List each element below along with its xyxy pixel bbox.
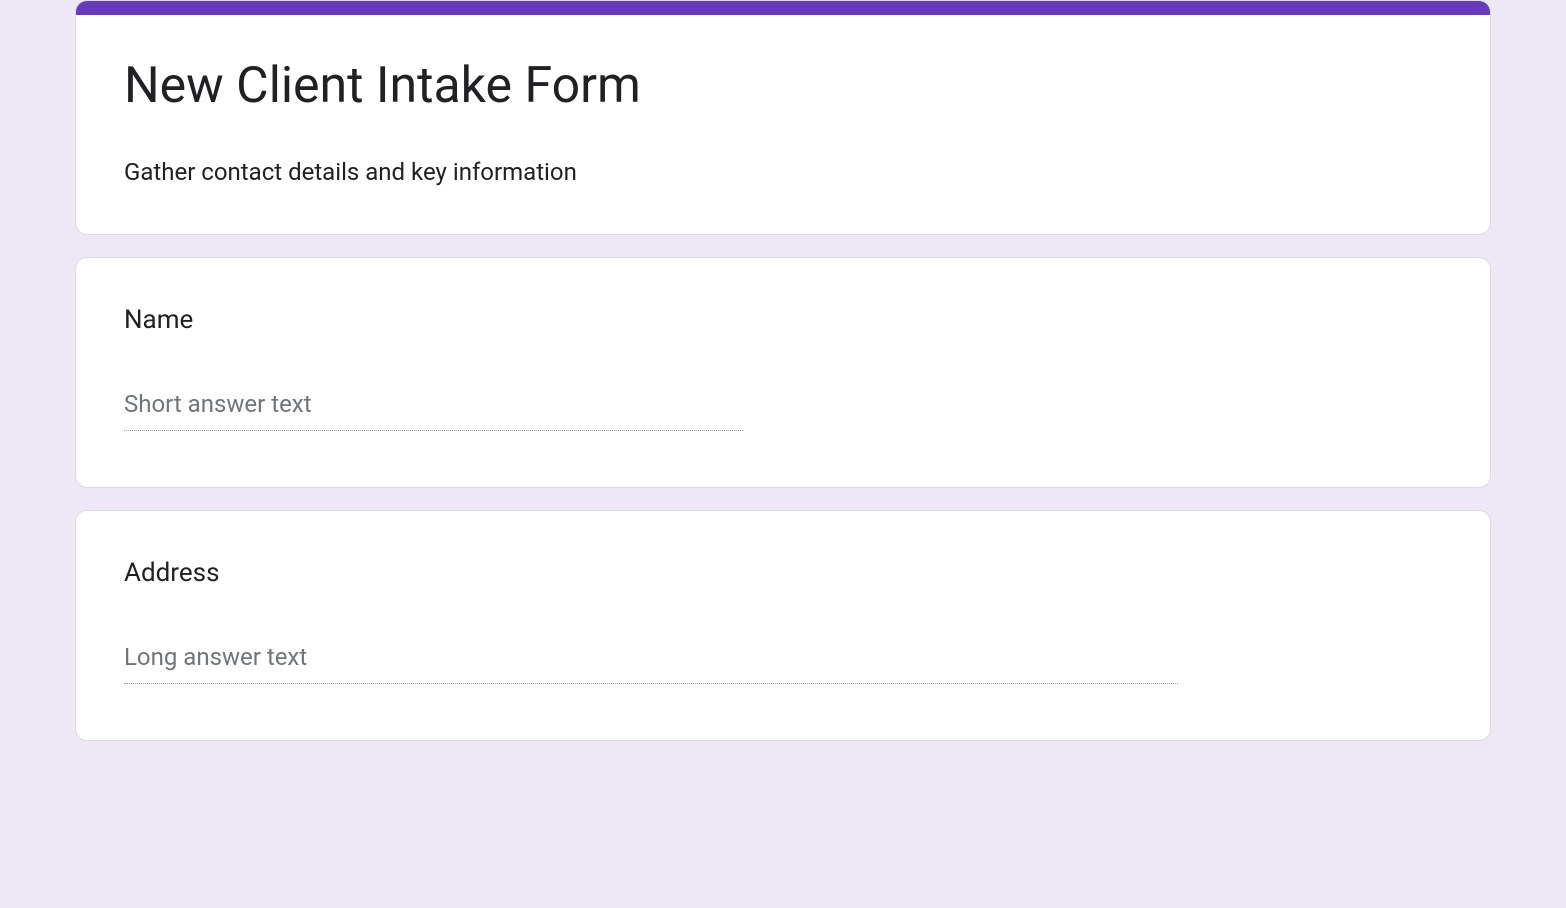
form-title: New Client Intake Form — [124, 55, 1442, 118]
name-input[interactable]: Short answer text — [124, 390, 743, 431]
form-container: New Client Intake Form Gather contact de… — [63, 0, 1503, 741]
form-header-card: New Client Intake Form Gather contact de… — [75, 0, 1491, 235]
form-header-content: New Client Intake Form Gather contact de… — [76, 15, 1490, 234]
address-input[interactable]: Long answer text — [124, 643, 1178, 684]
question-card-name: Name Short answer text — [75, 257, 1491, 488]
question-title: Name — [124, 302, 1442, 338]
question-card-address: Address Long answer text — [75, 510, 1491, 741]
form-description: Gather contact details and key informati… — [124, 154, 1442, 190]
form-accent-bar — [76, 1, 1490, 15]
question-title: Address — [124, 555, 1442, 591]
